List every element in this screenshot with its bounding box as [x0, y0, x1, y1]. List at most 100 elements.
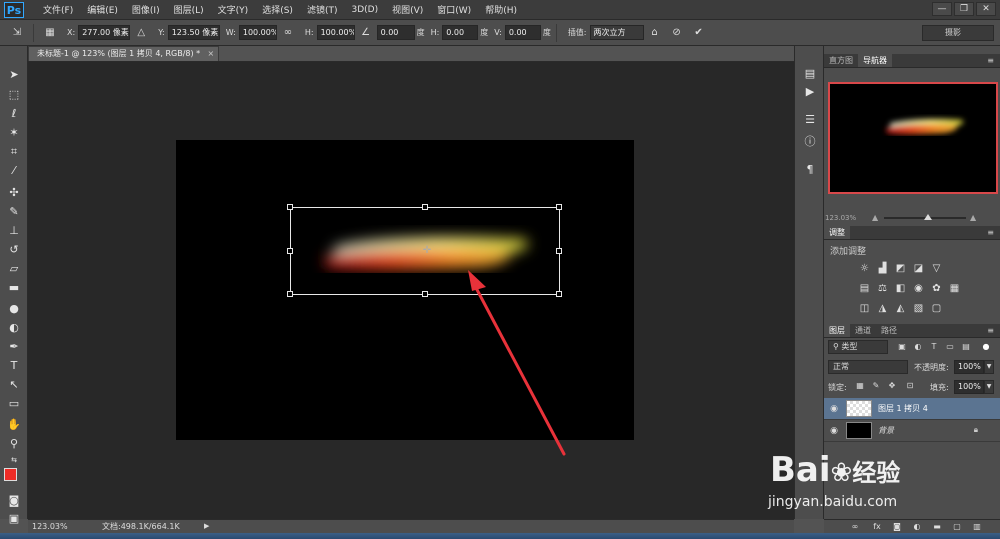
menu-edit[interactable]: 编辑(E)	[80, 3, 125, 16]
threshold-icon[interactable]: ◭	[894, 302, 907, 315]
add-mask-icon[interactable]: ◙	[890, 520, 904, 534]
channel-mixer-icon[interactable]: ✿	[930, 282, 943, 295]
panel-menu-icon[interactable]: ≡	[987, 324, 994, 338]
move-tool-icon[interactable]: ➤	[4, 66, 24, 83]
filter-type-icon[interactable]: T	[928, 340, 940, 354]
menu-3d[interactable]: 3D(D)	[344, 5, 385, 15]
interpolation-select[interactable]: 两次立方	[589, 25, 644, 40]
fill-field[interactable]: 100%	[954, 380, 984, 394]
restore-button[interactable]: ❐	[954, 2, 974, 16]
zoom-readout[interactable]: 123.03%	[32, 520, 68, 533]
color-balance-icon[interactable]: ⚖	[876, 282, 889, 295]
visibility-eye-icon[interactable]: ◉	[828, 425, 840, 437]
opacity-field[interactable]: 100%	[954, 360, 984, 374]
close-button[interactable]: ✕	[976, 2, 996, 16]
tab-layers[interactable]: 图层	[824, 324, 850, 337]
hskew-field[interactable]: 0.00	[442, 25, 479, 40]
menu-file[interactable]: 文件(F)	[36, 3, 80, 16]
info-panel-icon[interactable]: ⓘ	[801, 134, 819, 150]
opacity-dropdown-icon[interactable]: ▼	[984, 360, 994, 374]
tab-histogram[interactable]: 直方图	[824, 54, 858, 67]
quick-mask-icon[interactable]: ◙	[4, 492, 24, 509]
layer-filter-select[interactable]: ⚲ 类型	[828, 340, 888, 354]
menu-layer[interactable]: 图层(L)	[167, 3, 211, 16]
close-tab-icon[interactable]: ×	[207, 47, 214, 61]
new-group-icon[interactable]: ▬	[930, 520, 944, 534]
status-menu-icon[interactable]: ▶	[204, 520, 209, 533]
visibility-eye-icon[interactable]: ◉	[828, 403, 840, 415]
eraser-tool-icon[interactable]: ▱	[4, 260, 24, 277]
filter-adjustment-icon[interactable]: ◐	[912, 340, 924, 354]
tab-adjustments[interactable]: 调整	[824, 226, 850, 239]
hand-tool-icon[interactable]: ✋	[4, 416, 24, 433]
vibrance-icon[interactable]: ▽	[930, 262, 943, 275]
dodge-tool-icon[interactable]: ◐	[4, 319, 24, 336]
new-adjustment-icon[interactable]: ◐	[910, 520, 924, 534]
transform-center-icon[interactable]: ✛	[422, 246, 432, 256]
marquee-tool-icon[interactable]: ⬚	[4, 86, 24, 103]
transform-handle[interactable]	[556, 248, 562, 254]
menu-window[interactable]: 窗口(W)	[430, 3, 478, 16]
history-brush-tool-icon[interactable]: ↺	[4, 241, 24, 258]
blend-mode-select[interactable]: 正常	[828, 360, 908, 374]
transform-handle[interactable]	[556, 291, 562, 297]
menu-type[interactable]: 文字(Y)	[211, 3, 256, 16]
rectangle-tool-icon[interactable]: ▭	[4, 395, 24, 412]
properties-panel-icon[interactable]: ☰	[801, 112, 819, 128]
type-tool-icon[interactable]: T	[4, 357, 24, 374]
filter-toggle-icon[interactable]: ●	[980, 340, 992, 354]
brightness-icon[interactable]: ☼	[858, 262, 871, 275]
selective-color-icon[interactable]: ▢	[930, 302, 943, 315]
commit-transform-icon[interactable]: ✔	[691, 25, 707, 41]
document-canvas[interactable]: ✛	[176, 140, 634, 440]
eyedropper-tool-icon[interactable]: ⁄	[4, 162, 24, 179]
zoom-tool-icon[interactable]: ⚲	[4, 435, 24, 452]
minimize-button[interactable]: —	[932, 2, 952, 16]
screen-mode-icon[interactable]: ▣	[4, 510, 24, 527]
paragraph-panel-icon[interactable]: ¶	[801, 162, 819, 178]
pen-tool-icon[interactable]: ✒	[4, 338, 24, 355]
zoom-slider-knob[interactable]	[924, 214, 932, 220]
x-field[interactable]: 277.00 像素	[78, 25, 131, 40]
cancel-transform-icon[interactable]: ⊘	[669, 25, 685, 41]
magic-wand-tool-icon[interactable]: ✶	[4, 124, 24, 141]
navigator-preview[interactable]	[828, 82, 998, 194]
gradient-tool-icon[interactable]: ▬	[4, 279, 24, 296]
menu-filter[interactable]: 滤镜(T)	[300, 3, 345, 16]
swap-colors-icon[interactable]: ⇆	[4, 452, 24, 469]
levels-icon[interactable]: ▟	[876, 262, 889, 275]
filter-smart-object-icon[interactable]: ▤	[960, 340, 972, 354]
crop-tool-icon[interactable]: ⌗	[4, 143, 24, 160]
link-layers-icon[interactable]: ∞	[848, 520, 862, 534]
new-layer-icon[interactable]: ▢	[950, 520, 964, 534]
zoom-slider[interactable]	[884, 214, 966, 220]
panel-menu-icon[interactable]: ≡	[987, 226, 994, 240]
foreground-color-swatch[interactable]	[4, 468, 17, 481]
w-field[interactable]: 100.00%	[238, 25, 277, 40]
zoom-out-icon[interactable]: ▲	[872, 212, 878, 224]
tab-paths[interactable]: 路径	[876, 324, 902, 337]
layer-row[interactable]: ◉ 背景 🔒︎	[824, 420, 1000, 442]
reference-point-icon[interactable]: ▦	[42, 25, 58, 41]
lasso-tool-icon[interactable]: ℓ	[4, 105, 24, 122]
invert-icon[interactable]: ◫	[858, 302, 871, 315]
zoom-in-icon[interactable]: ▲	[970, 212, 976, 224]
black-white-icon[interactable]: ◧	[894, 282, 907, 295]
transform-handle[interactable]	[422, 291, 428, 297]
menu-help[interactable]: 帮助(H)	[478, 3, 524, 16]
lock-all-icon[interactable]: ⊡	[904, 380, 916, 392]
actions-panel-icon[interactable]: ▶	[801, 84, 819, 100]
healing-brush-tool-icon[interactable]: ✣	[4, 184, 24, 201]
vskew-field[interactable]: 0.00	[504, 25, 541, 40]
layer-row[interactable]: ◉ 图层 1 拷贝 4	[824, 398, 1000, 420]
navigator-zoom-readout[interactable]: 123.03%	[825, 212, 856, 224]
tab-channels[interactable]: 通道	[850, 324, 876, 337]
panel-menu-icon[interactable]: ≡	[987, 54, 994, 68]
transform-handle[interactable]	[287, 204, 293, 210]
link-icon[interactable]: ∞	[280, 25, 296, 41]
lock-transparent-icon[interactable]: ▦	[854, 380, 866, 392]
hue-saturation-icon[interactable]: ▤	[858, 282, 871, 295]
fill-dropdown-icon[interactable]: ▼	[984, 380, 994, 394]
filter-shape-icon[interactable]: ▭	[944, 340, 956, 354]
transform-handle[interactable]	[556, 204, 562, 210]
